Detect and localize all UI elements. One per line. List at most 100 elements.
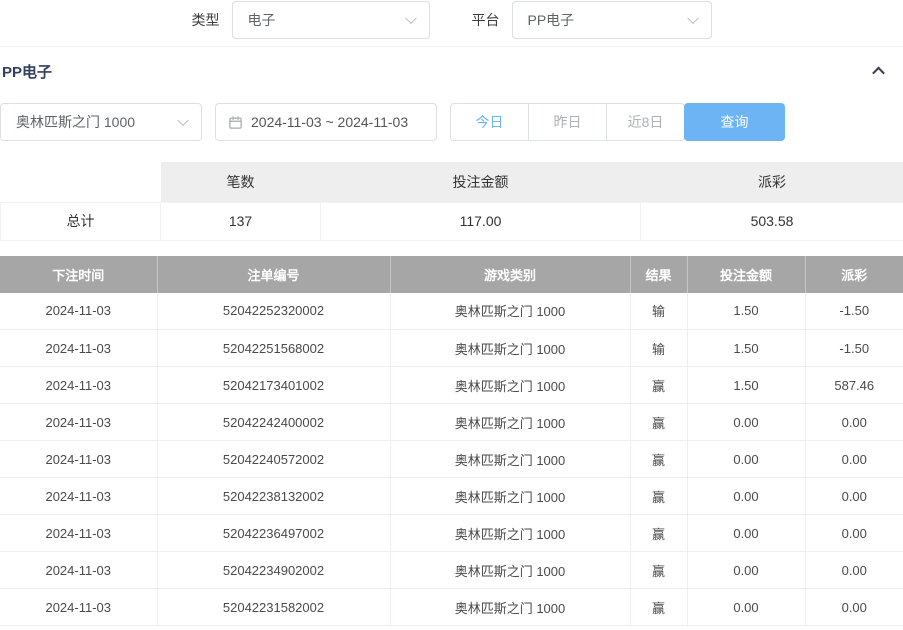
bet-time-cell: 2024-11-03 bbox=[0, 589, 157, 626]
game-cell: 奥林匹斯之门 1000 bbox=[390, 441, 630, 478]
summary-total-payout: 503.58 bbox=[641, 202, 903, 240]
summary-header-payout: 派彩 bbox=[641, 162, 903, 202]
payout-cell: -1.50 bbox=[805, 293, 903, 330]
summary-header-count: 笔数 bbox=[161, 162, 321, 202]
platform-label: 平台 bbox=[472, 10, 500, 30]
payout-cell: 0.00 bbox=[805, 441, 903, 478]
summary-header-bet-amount: 投注金额 bbox=[321, 162, 641, 202]
game-cell: 奥林匹斯之门 1000 bbox=[390, 552, 630, 589]
result-cell: 赢 bbox=[630, 404, 687, 441]
date-range-value: 2024-11-03 ~ 2024-11-03 bbox=[251, 114, 408, 130]
amount-cell: 1.50 bbox=[687, 293, 805, 330]
game-select-value: 奥林匹斯之门 1000 bbox=[16, 112, 135, 132]
bet-id-cell: 52042234902002 bbox=[157, 552, 390, 589]
amount-cell: 1.50 bbox=[687, 367, 805, 404]
type-label: 类型 bbox=[192, 10, 220, 30]
records-table: 下注时间 注单编号 游戏类别 结果 投注金额 派彩 2024-11-03 520… bbox=[0, 256, 903, 627]
amount-cell: 0.00 bbox=[687, 589, 805, 626]
result-cell: 赢 bbox=[630, 367, 687, 404]
game-cell: 奥林匹斯之门 1000 bbox=[390, 293, 630, 330]
platform-select-value: PP电子 bbox=[528, 10, 575, 30]
bet-time-cell: 2024-11-03 bbox=[0, 367, 157, 404]
chevron-down-icon bbox=[405, 13, 416, 24]
table-row: 2024-11-03 52042251568002 奥林匹斯之门 1000 输 … bbox=[0, 330, 903, 367]
summary-total-bet-amount: 117.00 bbox=[321, 202, 641, 240]
records-header-game: 游戏类别 bbox=[390, 256, 630, 293]
amount-cell: 0.00 bbox=[687, 552, 805, 589]
payout-cell: -1.50 bbox=[805, 330, 903, 367]
result-cell: 赢 bbox=[630, 515, 687, 552]
game-select[interactable]: 奥林匹斯之门 1000 bbox=[0, 103, 202, 141]
filter-row: 奥林匹斯之门 1000 2024-11-03 ~ 2024-11-03 今日 昨… bbox=[0, 103, 903, 141]
bet-id-cell: 52042240572002 bbox=[157, 441, 390, 478]
records-header-result: 结果 bbox=[630, 256, 687, 293]
payout-cell: 587.46 bbox=[805, 367, 903, 404]
type-select-value: 电子 bbox=[248, 10, 276, 30]
date-range-picker[interactable]: 2024-11-03 ~ 2024-11-03 bbox=[215, 103, 437, 141]
summary-total-row: 总计 137 117.00 503.58 bbox=[1, 202, 903, 240]
bet-id-cell: 52042242400002 bbox=[157, 404, 390, 441]
quick-range-button-group: 今日 昨日 近8日 bbox=[450, 103, 685, 141]
chevron-down-icon bbox=[687, 13, 698, 24]
table-row: 2024-11-03 52042238132002 奥林匹斯之门 1000 赢 … bbox=[0, 478, 903, 515]
records-header-time: 下注时间 bbox=[0, 256, 157, 293]
table-row: 2024-11-03 52042173401002 奥林匹斯之门 1000 赢 … bbox=[0, 367, 903, 404]
summary-total-label: 总计 bbox=[1, 202, 161, 240]
bet-id-cell: 52042238132002 bbox=[157, 478, 390, 515]
platform-select[interactable]: PP电子 bbox=[512, 1, 712, 39]
amount-cell: 1.50 bbox=[687, 330, 805, 367]
chevron-up-icon bbox=[872, 66, 885, 79]
quick-button-today[interactable]: 今日 bbox=[450, 103, 529, 141]
divider bbox=[0, 46, 903, 47]
bet-time-cell: 2024-11-03 bbox=[0, 441, 157, 478]
game-cell: 奥林匹斯之门 1000 bbox=[390, 404, 630, 441]
game-cell: 奥林匹斯之门 1000 bbox=[390, 367, 630, 404]
summary-table: 笔数 投注金额 派彩 总计 137 117.00 503.58 bbox=[0, 162, 903, 241]
bet-id-cell: 52042251568002 bbox=[157, 330, 390, 367]
amount-cell: 0.00 bbox=[687, 404, 805, 441]
calendar-icon bbox=[228, 115, 243, 130]
search-button[interactable]: 查询 bbox=[684, 103, 785, 141]
bet-id-cell: 52042173401002 bbox=[157, 367, 390, 404]
payout-cell: 0.00 bbox=[805, 404, 903, 441]
table-row: 2024-11-03 52042252320002 奥林匹斯之门 1000 输 … bbox=[0, 293, 903, 330]
result-cell: 赢 bbox=[630, 589, 687, 626]
table-row: 2024-11-03 52042240572002 奥林匹斯之门 1000 赢 … bbox=[0, 441, 903, 478]
amount-cell: 0.00 bbox=[687, 515, 805, 552]
bet-id-cell: 52042252320002 bbox=[157, 293, 390, 330]
game-cell: 奥林匹斯之门 1000 bbox=[390, 589, 630, 626]
payout-cell: 0.00 bbox=[805, 515, 903, 552]
result-cell: 赢 bbox=[630, 552, 687, 589]
summary-table-header: 笔数 投注金额 派彩 bbox=[1, 162, 903, 202]
table-row: 2024-11-03 52042236497002 奥林匹斯之门 1000 赢 … bbox=[0, 515, 903, 552]
bet-time-cell: 2024-11-03 bbox=[0, 478, 157, 515]
quick-button-yesterday[interactable]: 昨日 bbox=[528, 103, 607, 141]
summary-total-count: 137 bbox=[161, 202, 321, 240]
collapse-section-button[interactable] bbox=[869, 62, 887, 80]
quick-button-last-8-days[interactable]: 近8日 bbox=[606, 103, 685, 141]
bet-time-cell: 2024-11-03 bbox=[0, 404, 157, 441]
top-filter-bar: 类型 电子 平台 PP电子 bbox=[0, 1, 903, 39]
payout-cell: 0.00 bbox=[805, 589, 903, 626]
game-cell: 奥林匹斯之门 1000 bbox=[390, 515, 630, 552]
result-cell: 赢 bbox=[630, 478, 687, 515]
table-row: 2024-11-03 52042242400002 奥林匹斯之门 1000 赢 … bbox=[0, 404, 903, 441]
bet-time-cell: 2024-11-03 bbox=[0, 293, 157, 330]
game-cell: 奥林匹斯之门 1000 bbox=[390, 478, 630, 515]
records-table-header: 下注时间 注单编号 游戏类别 结果 投注金额 派彩 bbox=[0, 256, 903, 293]
table-row: 2024-11-03 52042234902002 奥林匹斯之门 1000 赢 … bbox=[0, 552, 903, 589]
bet-id-cell: 52042231582002 bbox=[157, 589, 390, 626]
bet-time-cell: 2024-11-03 bbox=[0, 552, 157, 589]
summary-header-blank bbox=[1, 162, 161, 202]
type-select[interactable]: 电子 bbox=[232, 1, 430, 39]
result-cell: 输 bbox=[630, 330, 687, 367]
section-header: PP电子 bbox=[0, 57, 903, 85]
payout-cell: 0.00 bbox=[805, 478, 903, 515]
bet-time-cell: 2024-11-03 bbox=[0, 515, 157, 552]
section-title: PP电子 bbox=[2, 61, 52, 82]
game-cell: 奥林匹斯之门 1000 bbox=[390, 330, 630, 367]
bet-time-cell: 2024-11-03 bbox=[0, 330, 157, 367]
result-cell: 赢 bbox=[630, 441, 687, 478]
chevron-down-icon bbox=[177, 115, 188, 126]
records-table-body: 2024-11-03 52042252320002 奥林匹斯之门 1000 输 … bbox=[0, 293, 903, 626]
